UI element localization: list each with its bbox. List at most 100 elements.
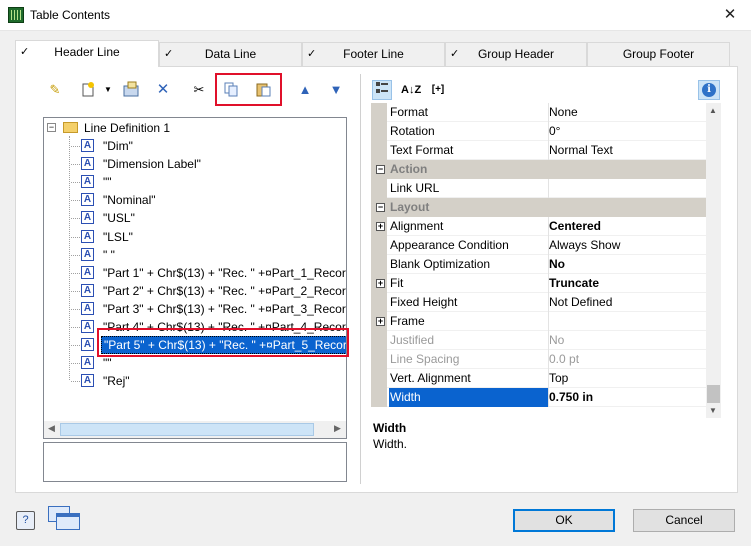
property-row[interactable]: Justified No — [371, 331, 706, 350]
expand-icon[interactable]: + — [376, 317, 385, 326]
tab-label: Data Line — [204, 47, 257, 61]
property-name: Width — [389, 388, 548, 407]
splitter[interactable] — [360, 74, 361, 484]
property-value[interactable]: Truncate — [549, 276, 599, 290]
scroll-up-icon[interactable]: ▲ — [709, 106, 717, 115]
column-divider — [548, 179, 549, 198]
property-name: Text Format — [390, 143, 454, 157]
property-value[interactable]: None — [549, 105, 578, 119]
property-row[interactable]: Format None — [371, 103, 706, 122]
property-row[interactable]: + Frame — [371, 312, 706, 331]
property-value[interactable]: No — [549, 333, 564, 347]
tab-footer-line[interactable]: ✓ Footer Line — [302, 42, 445, 66]
cut-icon[interactable]: ✂ — [190, 81, 208, 99]
property-category[interactable]: − Layout — [371, 198, 706, 217]
row-gutter — [371, 122, 387, 141]
row-gutter — [371, 388, 387, 407]
collapse-icon[interactable]: − — [376, 203, 385, 212]
row-gutter — [371, 350, 387, 369]
tree-item-label: "Dimension Label" — [103, 157, 201, 172]
tree-connector — [71, 218, 80, 220]
property-grid-scrollbar[interactable]: ▲ ▼ — [706, 103, 721, 418]
move-up-icon[interactable]: ▲ — [296, 81, 314, 99]
line-definition-tree[interactable]: − Line Definition 1 A "Dim" A "Dimension La… — [43, 117, 347, 439]
close-icon[interactable]: ✕ — [715, 2, 745, 28]
property-grid[interactable]: Format None Rotation 0° Text Format Normal Te… — [371, 103, 721, 418]
description-box[interactable] — [43, 442, 347, 482]
delete-icon[interactable]: ✕ — [154, 81, 172, 99]
tree-horizontal-scrollbar[interactable]: ◀ ▶ — [44, 421, 346, 438]
expand-icon[interactable]: + — [376, 279, 385, 288]
property-row[interactable]: + Alignment Centered — [371, 217, 706, 236]
help-title: Width — [373, 421, 407, 435]
scroll-thumb[interactable] — [707, 385, 720, 403]
text-field-icon: A — [81, 265, 94, 279]
scroll-right-icon[interactable]: ▶ — [334, 423, 341, 434]
move-down-icon[interactable]: ▼ — [327, 81, 345, 99]
windows-icon[interactable] — [48, 506, 80, 534]
expand-all-icon[interactable]: [+] — [426, 80, 450, 100]
sort-alpha-icon[interactable]: A↓Z — [401, 80, 421, 100]
property-value[interactable]: 0° — [549, 124, 560, 138]
copy-icon[interactable] — [222, 81, 240, 99]
text-field-icon: A — [81, 356, 94, 370]
tree-item-label: "USL" — [103, 211, 135, 226]
tab-label: Group Header — [477, 47, 555, 61]
collapse-icon[interactable]: − — [376, 165, 385, 174]
tab-group-footer[interactable]: Group Footer — [587, 42, 730, 66]
expand-icon[interactable]: + — [376, 222, 385, 231]
scroll-left-icon[interactable]: ◀ — [48, 423, 55, 434]
row-gutter — [371, 293, 387, 312]
row-gutter — [371, 255, 387, 274]
tree-connector — [71, 236, 80, 238]
tab-group-header[interactable]: ✓ Group Header — [445, 42, 587, 66]
property-value[interactable]: Top — [549, 371, 568, 385]
property-row[interactable]: Blank Optimization No — [371, 255, 706, 274]
property-name: Rotation — [390, 124, 435, 138]
property-row[interactable]: + Fit Truncate — [371, 274, 706, 293]
property-value[interactable]: Always Show — [549, 238, 620, 252]
property-value[interactable]: Normal Text — [549, 143, 613, 157]
text-field-icon: A — [81, 374, 94, 388]
ok-button[interactable]: OK — [513, 509, 615, 532]
text-field-icon: A — [81, 247, 94, 261]
paste-icon[interactable] — [254, 81, 272, 99]
text-field-icon: A — [81, 229, 94, 243]
tab-data-line[interactable]: ✓ Data Line — [159, 42, 302, 66]
help-icon[interactable]: ? — [16, 511, 35, 530]
property-row[interactable]: Text Format Normal Text — [371, 141, 706, 160]
tree-connector — [71, 327, 80, 328]
property-value[interactable]: 0.0 pt — [549, 352, 579, 366]
property-row[interactable]: Line Spacing 0.0 pt — [371, 350, 706, 369]
property-row[interactable]: Vert. Alignment Top — [371, 369, 706, 388]
properties-icon[interactable] — [122, 81, 140, 99]
property-row[interactable]: Width 0.750 in — [371, 388, 706, 407]
scroll-down-icon[interactable]: ▼ — [709, 406, 717, 415]
tree-item-label: "Dim" — [103, 139, 133, 153]
property-category[interactable]: − Action — [371, 160, 706, 179]
cancel-button[interactable]: Cancel — [633, 509, 735, 532]
categorized-view-icon[interactable] — [372, 80, 392, 100]
tab-header-line[interactable]: ✓ Header Line — [15, 40, 159, 67]
new-item-icon[interactable] — [79, 81, 97, 99]
text-field-icon: A — [81, 175, 94, 189]
property-value[interactable]: 0.750 in — [549, 390, 593, 404]
wand-icon[interactable]: ✎ — [46, 81, 64, 99]
tree-connector — [71, 363, 80, 365]
row-gutter — [371, 179, 387, 198]
property-row[interactable]: Link URL — [371, 179, 706, 198]
dropdown-arrow-icon[interactable]: ▼ — [99, 81, 117, 99]
info-icon[interactable]: i — [698, 80, 720, 100]
property-row[interactable]: Rotation 0° — [371, 122, 706, 141]
property-name: Line Spacing — [390, 352, 460, 366]
property-row[interactable]: Appearance Condition Always Show — [371, 236, 706, 255]
property-name: Link URL — [390, 181, 440, 195]
property-value[interactable]: Not Defined — [549, 295, 612, 309]
collapse-icon[interactable]: − — [47, 123, 56, 132]
property-row[interactable]: Fixed Height Not Defined — [371, 293, 706, 312]
property-name: Layout — [390, 200, 430, 214]
scroll-thumb[interactable] — [60, 423, 314, 436]
property-value[interactable]: No — [549, 257, 565, 271]
property-value[interactable]: Centered — [549, 219, 601, 233]
text-field-icon: A — [81, 301, 94, 315]
